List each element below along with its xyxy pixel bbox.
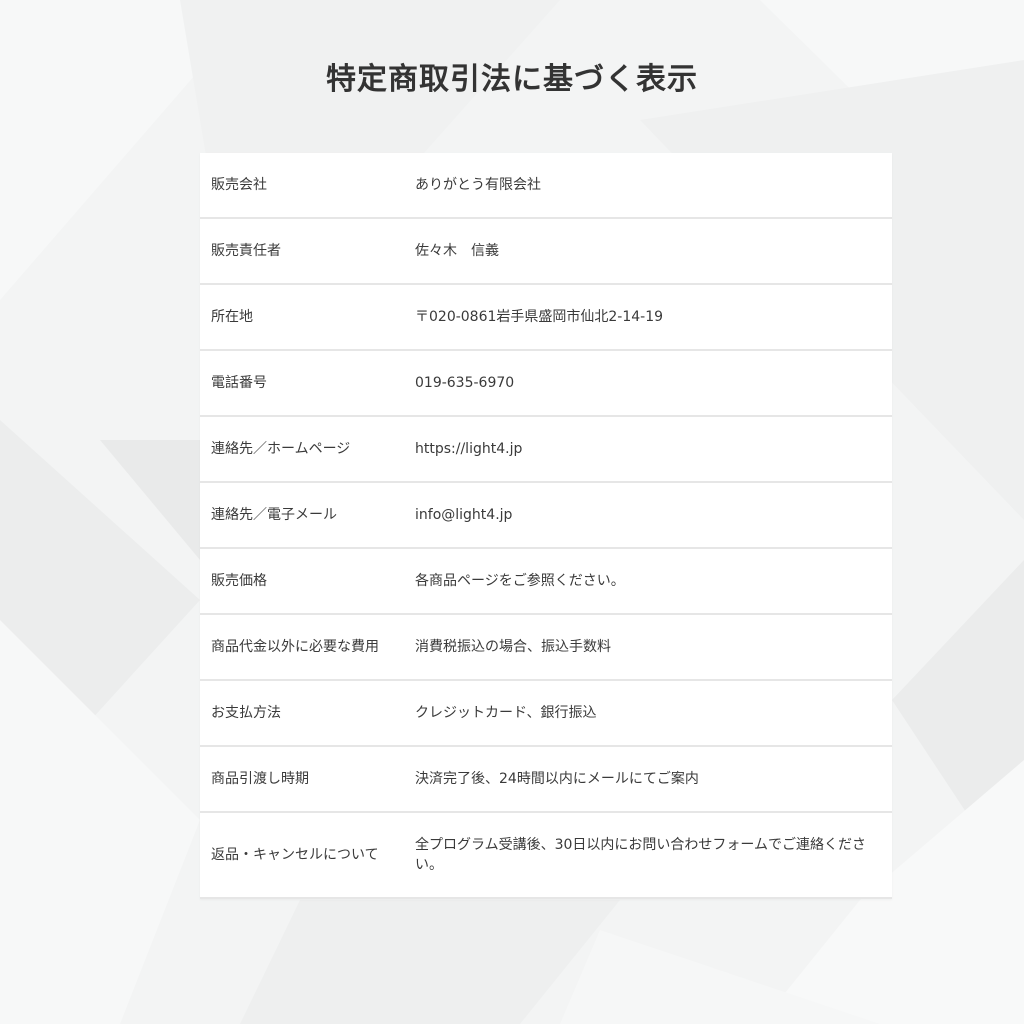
row-value: 消費税振込の場合、振込手数料 <box>415 614 892 681</box>
table-row-manager: 販売責任者 佐々木 信義 <box>200 218 892 285</box>
table-row-homepage: 連絡先／ホームページ https://light4.jp <box>200 416 892 483</box>
table-row-additional-costs: 商品代金以外に必要な費用 消費税振込の場合、振込手数料 <box>200 614 892 681</box>
row-label: 商品引渡し時期 <box>200 746 415 813</box>
row-value[interactable]: info@light4.jp <box>415 482 892 549</box>
row-value: ありがとう有限会社 <box>415 153 892 219</box>
row-label: お支払方法 <box>200 680 415 747</box>
page-title: 特定商取引法に基づく表示 <box>326 62 698 97</box>
row-label: 電話番号 <box>200 350 415 417</box>
table-row-address: 所在地 〒020-0861岩手県盛岡市仙北2-14-19 <box>200 284 892 351</box>
row-value: 佐々木 信義 <box>415 218 892 285</box>
row-label: 返品・キャンセルについて <box>200 812 415 899</box>
row-value: 決済完了後、24時間以内にメールにてご案内 <box>415 746 892 813</box>
row-value: 各商品ページをご参照ください。 <box>415 548 892 615</box>
row-label: 商品代金以外に必要な費用 <box>200 614 415 681</box>
commerce-law-table: 販売会社 ありがとう有限会社 販売責任者 佐々木 信義 所在地 〒020-086… <box>200 153 892 899</box>
table-row-price: 販売価格 各商品ページをご参照ください。 <box>200 548 892 615</box>
table-row-seller: 販売会社 ありがとう有限会社 <box>200 153 892 219</box>
table-row-delivery-time: 商品引渡し時期 決済完了後、24時間以内にメールにてご案内 <box>200 746 892 813</box>
row-label: 販売会社 <box>200 153 415 219</box>
row-label: 連絡先／ホームページ <box>200 416 415 483</box>
row-label: 販売責任者 <box>200 218 415 285</box>
row-value: クレジットカード、銀行振込 <box>415 680 892 747</box>
table-row-payment-method: お支払方法 クレジットカード、銀行振込 <box>200 680 892 747</box>
row-label: 所在地 <box>200 284 415 351</box>
row-value: 019-635-6970 <box>415 350 892 417</box>
table-row-returns: 返品・キャンセルについて 全プログラム受講後、30日以内にお問い合わせフォームで… <box>200 812 892 899</box>
row-value: 〒020-0861岩手県盛岡市仙北2-14-19 <box>415 284 892 351</box>
row-label: 連絡先／電子メール <box>200 482 415 549</box>
table-row-phone: 電話番号 019-635-6970 <box>200 350 892 417</box>
row-label: 販売価格 <box>200 548 415 615</box>
row-value: 全プログラム受講後、30日以内にお問い合わせフォームでご連絡ください。 <box>415 812 892 899</box>
row-value[interactable]: https://light4.jp <box>415 416 892 483</box>
table-row-email: 連絡先／電子メール info@light4.jp <box>200 482 892 549</box>
